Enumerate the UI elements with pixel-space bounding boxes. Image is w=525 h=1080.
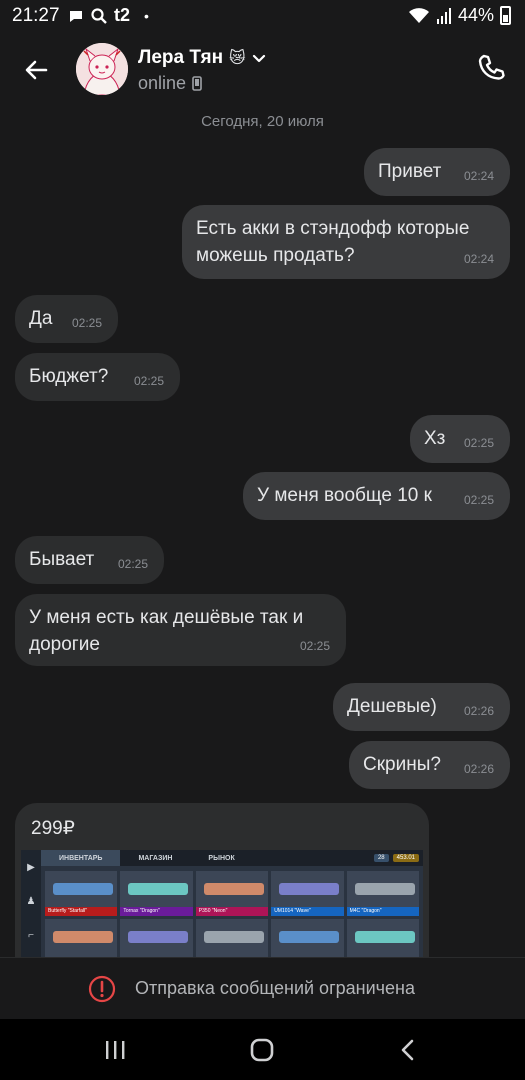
message-time: 02:25 [463,436,494,450]
item-name: Tornax "Dragon" [120,907,193,916]
message-text: Скрины? [363,754,441,775]
message-incoming[interactable]: У меня есть как дешёвые так и дорогие 02:… [15,594,346,666]
battery-percent: 44% [457,5,494,25]
message-incoming[interactable]: Бюджет? 02:25 [15,353,180,401]
message-text: Хз [424,428,446,449]
message-text: У меня вообще 10 к [257,485,432,506]
weapon-image [279,883,340,895]
signal-icon [436,7,451,24]
photo-caption: 299₽ [31,818,75,839]
contact-name: Лера Тян [138,47,224,68]
message-outgoing[interactable]: Привет 02:24 [364,148,510,196]
weapon-image [53,931,113,943]
game-sidebar: ▶ ♟ ⌐ [21,850,41,963]
gold-balance: 453.01 [392,854,419,862]
inventory-item: Butterfly "Starfall" [45,871,118,916]
status-bar: 21:27 t2 • 44% [0,0,525,32]
message-time: 02:24 [463,252,494,266]
game-tab: РЫНОК [208,854,235,862]
weapon-image [354,931,415,943]
message-time: 02:25 [133,374,164,388]
battery-icon [500,6,511,25]
game-tab: МАГАЗИН [138,854,173,862]
message-time: 02:25 [71,316,102,330]
item-name: M4C "Dragon" [346,907,419,916]
message-incoming[interactable]: Да 02:25 [15,295,118,343]
message-text: Да [29,308,53,329]
notification-dot: • [144,7,149,24]
weapon-image [128,883,189,895]
silver-balance: 28 [373,854,389,862]
message-text: Есть акки в стэндофф которые можешь прод… [196,218,470,266]
wifi-icon [408,7,429,23]
item-name: Butterfly "Starfall" [45,907,118,916]
message-time: 02:25 [463,493,494,507]
gun-icon: ⌐ [28,929,34,941]
restriction-text: Отправка сообщений ограничена [135,978,415,998]
weapon-image [53,883,113,895]
message-icon [70,10,82,22]
contact-emoji: 😿 [229,50,246,67]
inventory-item: UM1014 "Wave" [271,871,344,916]
phone-call-icon[interactable] [475,52,507,84]
game-tab: ИНВЕНТАРЬ [41,850,121,866]
status-time: 21:27 [12,5,60,26]
message-outgoing[interactable]: Скрины? 02:26 [349,741,510,789]
chat-header: Лера Тян 😿 online [0,36,525,104]
inventory-item: M4C "Dragon" [346,871,419,916]
avatar[interactable] [76,43,128,95]
message-text: Бывает [29,549,95,570]
message-text: У меня есть как дешёвые так и дорогие [29,607,304,655]
back-nav-icon[interactable] [395,1037,423,1063]
message-outgoing[interactable]: Дешевые) 02:26 [333,683,510,731]
mobile-device-icon [192,76,202,91]
message-time: 02:26 [463,704,494,718]
message-time: 02:24 [463,169,494,183]
weapon-image [203,931,264,943]
message-incoming[interactable]: Бывает 02:25 [15,536,164,584]
inventory-item: P350 "Neon" [195,871,269,916]
weapon-image [203,883,264,895]
message-time: 02:25 [299,639,330,653]
message-text: Бюджет? [29,366,109,387]
contact-name-row[interactable]: Лера Тян 😿 [138,47,266,69]
search-icon [91,7,107,24]
carrier-label: t2 [114,5,131,25]
inventory-item: Tornax "Dragon" [120,871,193,916]
recent-apps-icon[interactable] [101,1037,129,1063]
alert-icon [88,975,116,1003]
weapon-image [354,883,415,895]
item-name: UM1014 "Wave" [271,907,344,916]
inventory-screenshot-image[interactable]: ▶ ♟ ⌐ ИНВЕНТАРЬ МАГАЗИН РЫНОК 28 453.01 … [21,850,423,963]
play-icon: ▶ [27,861,35,873]
online-status: online [138,73,187,93]
message-outgoing[interactable]: У меня вообще 10 к 02:25 [243,472,510,520]
message-text: Привет [378,161,442,182]
home-icon[interactable] [248,1037,276,1063]
person-icon: ♟ [26,895,36,907]
weapon-image [128,931,189,943]
back-arrow-icon[interactable] [20,54,52,86]
chevron-down-icon[interactable] [252,51,266,65]
photo-message[interactable]: 299₽ ▶ ♟ ⌐ ИНВЕНТАРЬ МАГАЗИН РЫНОК 28 45… [15,803,429,963]
inventory-grid: Butterfly "Starfall" Tornax "Dragon" P350 … [45,871,419,963]
message-outgoing[interactable]: Есть акки в стэндофф которые можешь прод… [182,205,510,279]
weapon-image [279,931,340,943]
messaging-restricted-bar: Отправка сообщений ограничена [0,957,525,1020]
game-tabs: ИНВЕНТАРЬ МАГАЗИН РЫНОК 28 453.01 [41,850,423,866]
system-nav-bar [0,1019,525,1080]
date-divider: Сегодня, 20 июля [201,113,324,130]
message-time: 02:25 [117,557,148,571]
message-outgoing[interactable]: Хз 02:25 [410,415,510,463]
message-time: 02:26 [463,762,494,776]
message-text: Дешевые) [347,696,437,717]
item-name: P350 "Neon" [195,907,269,916]
